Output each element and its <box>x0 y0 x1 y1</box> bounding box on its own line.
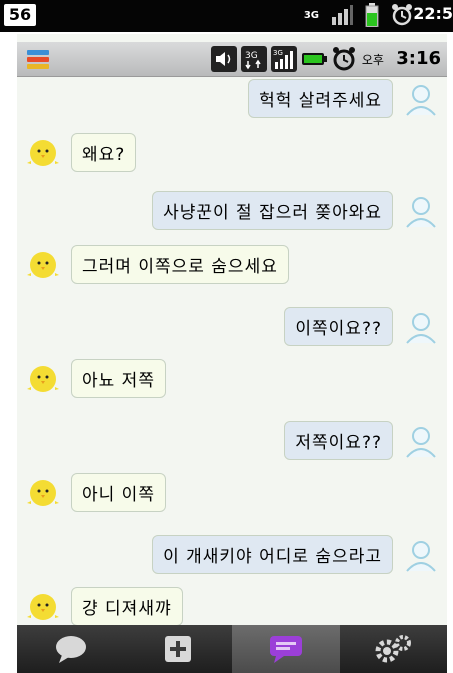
status-icons: 3G 3G <box>211 46 357 72</box>
message-bubble[interactable]: 걍 디져새꺄 <box>71 587 183 626</box>
outer-status-bar: 56 3G 22:5 <box>0 0 453 32</box>
battery-icon <box>302 53 327 65</box>
speech-bubble-icon <box>55 636 86 663</box>
app-menu-icon[interactable] <box>27 50 53 70</box>
clock-time: 3:16 <box>396 48 441 69</box>
message-left: 왜요? <box>25 133 137 172</box>
message-left: 걍 디져새꺄 <box>25 587 183 626</box>
message-left: 그러며 이쪽으로 숨으세요 <box>25 245 289 284</box>
data-transfer-icon: 3G <box>241 46 267 72</box>
alarm-icon <box>333 47 355 71</box>
message-right: 헉헉 살려주세요 <box>248 79 439 118</box>
tab-chats[interactable] <box>232 625 340 673</box>
status-bar: 3G 3G 오후 3:16 <box>17 42 447 77</box>
outer-clock: 22:5 <box>413 4 453 23</box>
user-avatar-icon[interactable] <box>403 537 439 573</box>
chick-avatar-icon[interactable] <box>25 247 61 283</box>
message-bubble[interactable]: 저쪽이요?? <box>284 421 393 460</box>
svg-text:3G: 3G <box>273 49 283 57</box>
message-bubble[interactable]: 그러며 이쪽으로 숨으세요 <box>71 245 289 284</box>
user-avatar-icon[interactable] <box>403 81 439 117</box>
add-icon <box>165 636 192 662</box>
clock-ampm: 오후 <box>361 53 384 67</box>
alarm-icon <box>392 4 412 26</box>
notification-badge: 56 <box>4 4 36 26</box>
chick-avatar-icon[interactable] <box>25 589 61 625</box>
message-bubble[interactable]: 아니 이쪽 <box>71 473 166 512</box>
message-bubble[interactable]: 이 개새키야 어디로 숨으라고 <box>152 535 393 574</box>
battery-icon <box>365 3 379 27</box>
network-type: 3G <box>303 9 319 21</box>
gear-icon <box>375 635 412 663</box>
signal-icon: 3G <box>271 46 297 72</box>
message-bubble[interactable]: 헉헉 살려주세요 <box>248 79 393 118</box>
chat-icon <box>269 636 302 663</box>
chick-avatar-icon[interactable] <box>25 361 61 397</box>
user-avatar-icon[interactable] <box>403 193 439 229</box>
chick-avatar-icon[interactable] <box>25 135 61 171</box>
phone-screen: 3G 3G 오후 3:16 헉헉 살려주세요 왜요? 사냥꾼이 절 잡으러 쫒아… <box>17 34 447 673</box>
message-left: 아니 이쪽 <box>25 473 166 512</box>
clock: 오후 3:16 <box>362 48 441 69</box>
message-right: 이 개새키야 어디로 숨으라고 <box>152 535 439 574</box>
bottom-tab-bar <box>17 625 447 673</box>
message-bubble[interactable]: 아뇨 저쪽 <box>71 359 166 398</box>
message-right: 사냥꾼이 절 잡으러 쫒아와요 <box>152 191 439 230</box>
volume-icon <box>211 46 237 72</box>
message-right: 이쪽이요?? <box>284 307 439 346</box>
user-avatar-icon[interactable] <box>403 309 439 345</box>
svg-text:3G: 3G <box>245 51 258 61</box>
tab-add[interactable] <box>125 625 233 673</box>
message-right: 저쪽이요?? <box>284 421 439 460</box>
signal-icon <box>332 5 353 25</box>
message-bubble[interactable]: 이쪽이요?? <box>284 307 393 346</box>
chat-area[interactable]: 헉헉 살려주세요 왜요? 사냥꾼이 절 잡으러 쫒아와요 그러며 이쪽으로 숨으… <box>17 77 447 626</box>
tab-friends[interactable] <box>17 625 125 673</box>
message-left: 아뇨 저쪽 <box>25 359 166 398</box>
tab-settings[interactable] <box>340 625 448 673</box>
message-bubble[interactable]: 왜요? <box>71 133 137 172</box>
message-bubble[interactable]: 사냥꾼이 절 잡으러 쫒아와요 <box>152 191 393 230</box>
chick-avatar-icon[interactable] <box>25 475 61 511</box>
outer-status-icons: 3G <box>304 3 413 27</box>
user-avatar-icon[interactable] <box>403 423 439 459</box>
